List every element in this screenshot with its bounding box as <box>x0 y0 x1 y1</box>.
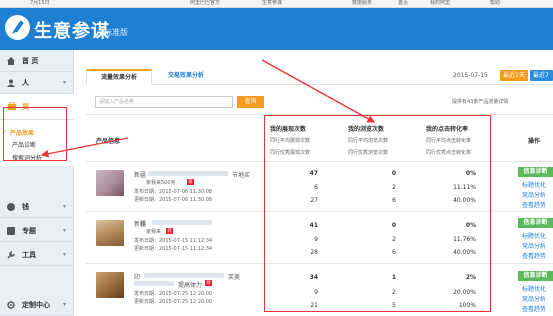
annotation-arrows <box>40 59 376 158</box>
annotation-arrow <box>40 137 129 158</box>
annotation-arrow <box>261 59 376 123</box>
